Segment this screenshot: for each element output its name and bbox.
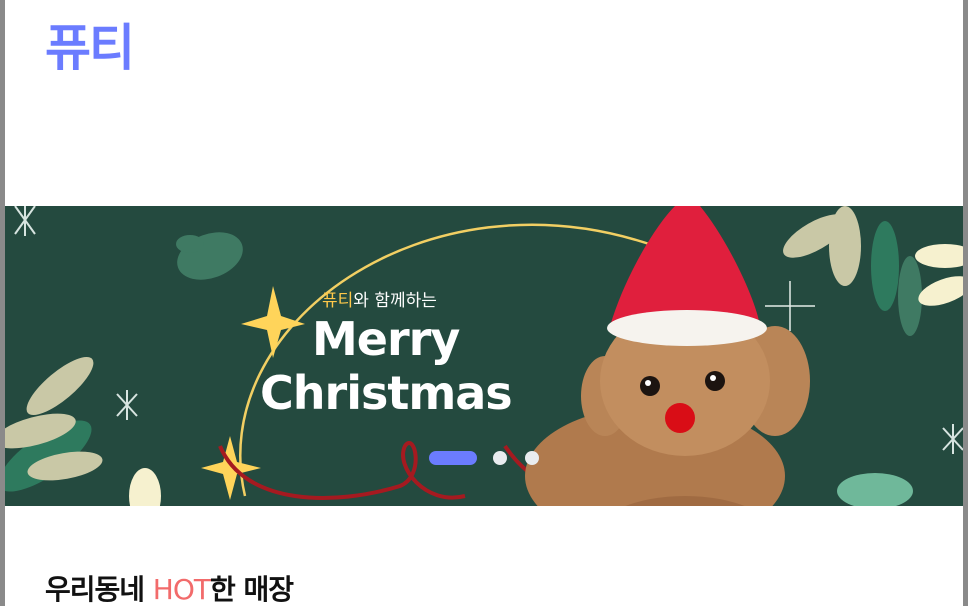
- dog-illustration: [525, 206, 810, 506]
- promo-banner[interactable]: 퓨티와 함께하는 Merry Christmas: [5, 206, 963, 506]
- banner-subtitle-text: 와 함께하는: [353, 291, 437, 311]
- foliage-left: [5, 356, 161, 506]
- section-title-prefix: 우리동네: [45, 573, 153, 606]
- leaf-decoration: [176, 232, 243, 280]
- banner-title-line1: Merry: [312, 312, 460, 366]
- star-icon: [241, 286, 305, 358]
- carousel-dot-3[interactable]: [525, 451, 539, 465]
- banner-illustration: [5, 206, 963, 506]
- snowflake-icon: [942, 424, 963, 454]
- star-icon: [201, 436, 261, 500]
- section-title: 우리동네 HOT한 매장: [45, 568, 294, 606]
- snowflake-icon: [116, 390, 138, 420]
- carousel-dot-2[interactable]: [493, 451, 507, 465]
- sparkle-icon: [765, 281, 815, 331]
- ribbon: [218, 441, 466, 500]
- carousel-dot-1[interactable]: [429, 451, 477, 465]
- banner-subtitle: 퓨티와 함께하는: [322, 286, 437, 311]
- page: 퓨티 퓨티와 함께하는 Merry Christmas 우리동네 HOT한 매장: [5, 0, 963, 606]
- banner-brand-name: 퓨티: [322, 291, 354, 311]
- section-title-suffix: 한 매장: [210, 573, 294, 606]
- logo[interactable]: 퓨티: [45, 18, 135, 78]
- section-title-hot: HOT: [152, 573, 211, 606]
- snowflake-icon: [14, 206, 36, 236]
- banner-title-line2: Christmas: [260, 366, 513, 420]
